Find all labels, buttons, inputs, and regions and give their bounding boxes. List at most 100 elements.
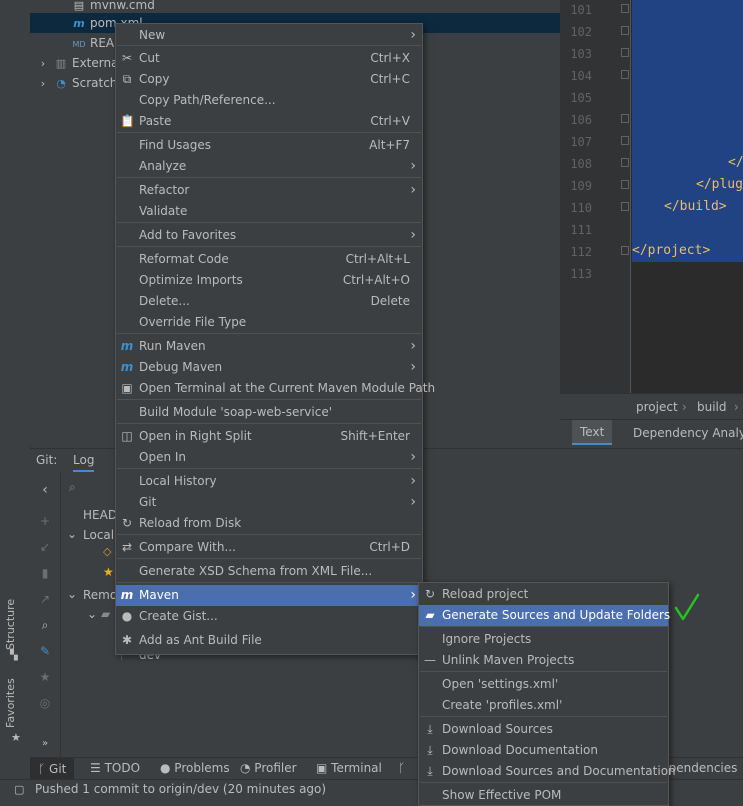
- menu-item-local-history[interactable]: Local History ›: [116, 471, 422, 492]
- tool-tab-terminal[interactable]: ▣ Terminal: [316, 761, 382, 775]
- breadcrumb-project[interactable]: project: [636, 400, 678, 414]
- favorites-tab[interactable]: Favorites: [4, 678, 17, 728]
- menu-item-copy-path-reference[interactable]: Copy Path/Reference...: [116, 90, 422, 111]
- line-number: 101: [570, 3, 592, 17]
- status-window-icon[interactable]: ▢: [14, 783, 24, 796]
- menu-item-shortcut: Ctrl+D: [369, 540, 410, 554]
- arrow-icon[interactable]: ↙: [38, 540, 52, 554]
- menu-item-git[interactable]: Git ›: [116, 492, 422, 513]
- menu-item-paste[interactable]: 📋 Paste Ctrl+V: [116, 111, 422, 132]
- fold-marker-icon[interactable]: [621, 48, 629, 57]
- fold-marker-icon[interactable]: [621, 180, 629, 189]
- menu-item-label: Local History: [139, 474, 217, 488]
- structure-tab[interactable]: Structure: [4, 599, 17, 650]
- fold-marker-icon[interactable]: [621, 246, 629, 255]
- code-editor[interactable]: 101 102 103 104 105 106 107 108 109 110 …: [560, 0, 743, 393]
- star-icon[interactable]: ★: [38, 670, 52, 684]
- tab-log[interactable]: Log: [73, 453, 95, 473]
- menu-item-copy[interactable]: ⧉ Copy Ctrl+C: [116, 69, 422, 90]
- reload-icon: ↻: [121, 516, 133, 530]
- submenu-item-unlink-maven-projects[interactable]: — Unlink Maven Projects: [419, 650, 668, 671]
- tool-tab-problems[interactable]: ● Problems: [160, 761, 230, 775]
- menu-item-optimize-imports[interactable]: Optimize Imports Ctrl+Alt+O: [116, 270, 422, 291]
- menu-item-label: Maven: [139, 588, 179, 602]
- menu-item-shortcut: Alt+F7: [369, 138, 410, 152]
- search-icon[interactable]: ⌕: [38, 618, 52, 633]
- menu-item-open-terminal-at-the-current-maven-module-path[interactable]: ▣ Open Terminal at the Current Maven Modu…: [116, 378, 435, 399]
- menu-item-run-maven[interactable]: m Run Maven ›: [116, 336, 422, 357]
- branch-head[interactable]: HEAD: [83, 508, 117, 522]
- fold-marker-icon[interactable]: [621, 70, 629, 79]
- search-icon: ⌕: [69, 480, 76, 494]
- menu-item-generate-xsd-schema-from-xml-file[interactable]: Generate XSD Schema from XML File...: [116, 561, 422, 582]
- menu-item-label: Cut: [139, 51, 160, 65]
- chevron-right-icon: ›: [410, 494, 416, 510]
- menu-item-reformat-code[interactable]: Reformat Code Ctrl+Alt+L: [116, 249, 422, 270]
- submenu-item-ignore-projects[interactable]: Ignore Projects: [419, 629, 668, 650]
- menu-item-validate[interactable]: Validate: [116, 201, 422, 222]
- menu-item-shortcut: Ctrl+Alt+O: [342, 273, 410, 287]
- line-number: 106: [570, 113, 592, 127]
- menu-item-build-module-soap-web-service[interactable]: Build Module 'soap-web-service': [116, 402, 422, 423]
- submenu-item-reload-project[interactable]: ↻ Reload project: [419, 584, 668, 605]
- menu-separator: [117, 399, 421, 400]
- line-number: 102: [570, 25, 592, 39]
- submenu-item-show-effective-pom[interactable]: Show Effective POM: [419, 785, 668, 806]
- branch-group-local[interactable]: Local: [83, 528, 114, 542]
- menu-item-label: Open Terminal at the Current Maven Modul…: [139, 381, 436, 395]
- problems-icon: ●: [160, 761, 175, 775]
- menu-item-compare-with[interactable]: ⇄ Compare With... Ctrl+D: [116, 537, 422, 558]
- menu-separator: [117, 534, 421, 535]
- tool-tab-git[interactable]: ᚴ Git: [30, 758, 75, 780]
- menu-item-label: Open In: [139, 450, 187, 464]
- add-icon[interactable]: +: [38, 514, 52, 528]
- tool-tab-build-icon[interactable]: ᚴ: [398, 761, 405, 775]
- menu-item-analyze[interactable]: Analyze ›: [116, 156, 422, 177]
- folder-icon: ▰: [425, 608, 435, 622]
- fetch-icon[interactable]: ↗: [38, 592, 52, 606]
- submenu-item-download-documentation[interactable]: ⤓ Download Documentation: [419, 740, 668, 761]
- menu-item-find-usages[interactable]: Find Usages Alt+F7: [116, 135, 422, 156]
- favorites-star-icon: ★: [11, 731, 21, 744]
- menu-item-override-file-type[interactable]: Override File Type: [116, 312, 422, 333]
- fold-marker-icon[interactable]: [621, 136, 629, 145]
- tool-tab-profiler[interactable]: ◔ Profiler: [240, 761, 297, 775]
- branch-icon: ᚴ: [38, 762, 50, 776]
- menu-item-add-to-favorites[interactable]: Add to Favorites ›: [116, 225, 422, 246]
- fold-marker-icon[interactable]: [621, 4, 629, 13]
- tab-text[interactable]: Text: [572, 420, 613, 445]
- menu-item-label: Open 'settings.xml': [442, 677, 559, 691]
- fold-marker-icon[interactable]: [621, 26, 629, 35]
- menu-item-add-as-ant-build-file[interactable]: ✱ Add as Ant Build File: [116, 630, 422, 651]
- github-icon: ●: [121, 609, 133, 623]
- menu-item-open-in-right-split[interactable]: ◫ Open in Right Split Shift+Enter: [116, 426, 422, 447]
- menu-item-reload-from-disk[interactable]: ↻ Reload from Disk: [116, 513, 422, 534]
- menu-item-create-gist[interactable]: ● Create Gist...: [116, 606, 422, 627]
- more-icon[interactable]: »: [38, 738, 52, 749]
- back-arrow-icon[interactable]: ‹: [38, 482, 52, 498]
- breadcrumb-build[interactable]: build: [697, 400, 727, 414]
- menu-item-label: New: [139, 28, 166, 42]
- tab-dependency-analyzer[interactable]: Dependency Analyzer: [633, 426, 743, 440]
- submenu-item-download-sources[interactable]: ⤓ Download Sources: [419, 719, 668, 740]
- menu-item-delete[interactable]: Delete... Delete: [116, 291, 422, 312]
- tool-tab-todo[interactable]: ☰ TODO: [90, 761, 140, 775]
- trash-icon[interactable]: ▮: [38, 566, 52, 580]
- menu-item-debug-maven[interactable]: m Debug Maven ›: [116, 357, 422, 378]
- submenu-item-generate-sources-and-update-folders[interactable]: ▰ Generate Sources and Update Folders: [419, 605, 670, 626]
- submenu-item-create-profiles-xml[interactable]: Create 'profiles.xml': [419, 695, 668, 716]
- fold-marker-icon[interactable]: [621, 202, 629, 211]
- download-icon: ⤓: [427, 722, 433, 736]
- menu-item-shortcut: Shift+Enter: [340, 429, 410, 443]
- submenu-item-download-sources-and-documentation[interactable]: ⤓ Download Sources and Documentation: [419, 761, 675, 782]
- submenu-item-open-settings-xml[interactable]: Open 'settings.xml': [419, 674, 668, 695]
- settings-icon[interactable]: ◎: [38, 696, 52, 710]
- menu-item-new[interactable]: New ›: [116, 25, 422, 46]
- edit-icon[interactable]: ✎: [38, 644, 52, 658]
- menu-item-cut[interactable]: ✂ Cut Ctrl+X: [116, 48, 422, 69]
- menu-item-maven[interactable]: m Maven ›: [116, 585, 422, 606]
- menu-item-refactor[interactable]: Refactor ›: [116, 180, 422, 201]
- menu-item-open-in[interactable]: Open In ›: [116, 447, 422, 468]
- fold-marker-icon[interactable]: [621, 114, 629, 123]
- fold-marker-icon[interactable]: [621, 158, 629, 167]
